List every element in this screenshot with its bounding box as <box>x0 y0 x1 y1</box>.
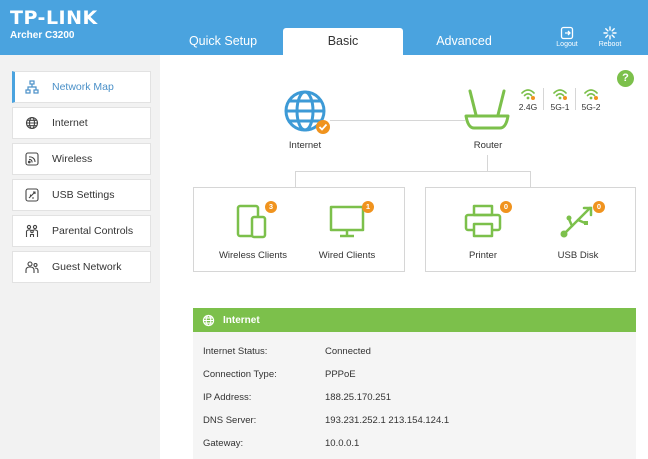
band-label: 5G-1 <box>550 102 570 112</box>
internet-panel-body: Internet Status: Connected Connection Ty… <box>193 332 636 459</box>
connector-line <box>487 155 488 171</box>
guest-icon <box>25 260 39 274</box>
printer-label: Printer <box>469 250 497 261</box>
globe-icon <box>202 314 215 327</box>
logout-button[interactable]: Logout <box>547 26 587 48</box>
reboot-button[interactable]: Reboot <box>590 26 630 48</box>
globe-icon <box>25 116 39 130</box>
sidebar-item-label: Parental Controls <box>52 225 134 237</box>
band-label: 2.4G <box>518 102 538 112</box>
router-icon[interactable] <box>462 88 512 134</box>
wifi-icon <box>584 89 598 100</box>
usb-disk-label: USB Disk <box>557 250 599 261</box>
sidebar-item-label: Network Map <box>52 81 114 93</box>
info-value: 10.0.0.1 <box>325 438 360 449</box>
tab-basic[interactable]: Basic <box>283 28 403 55</box>
info-value: PPPoE <box>325 369 356 380</box>
info-key: DNS Server: <box>203 415 257 426</box>
wireless-clients[interactable]: 3 Wireless Clients <box>215 201 291 261</box>
connector-line <box>295 171 296 188</box>
internet-globe-icon[interactable] <box>283 89 333 137</box>
tab-advanced[interactable]: Advanced <box>420 28 508 55</box>
info-key: Gateway: <box>203 438 244 449</box>
sidebar-item-label: Internet <box>52 117 88 129</box>
info-value: Connected <box>325 346 371 357</box>
info-row-ip-address: IP Address: 188.25.170.251 <box>203 392 391 406</box>
brand-logo: TP-LINK Archer C3200 <box>10 7 98 41</box>
model-name: Archer C3200 <box>10 30 75 41</box>
usb-symbol-icon <box>560 206 593 238</box>
info-key: Connection Type: <box>203 369 277 380</box>
sidebar: Network Map Internet Wireless USB Settin… <box>0 55 160 459</box>
top-header: TP-LINK Archer C3200 Quick Setup Basic A… <box>0 0 648 55</box>
logo-text: TP-LINK <box>10 7 98 29</box>
wired-clients-label: Wired Clients <box>318 250 376 261</box>
internet-label: Internet <box>288 140 322 151</box>
reboot-icon <box>603 26 617 40</box>
wifi-icon <box>553 89 567 100</box>
info-row-gateway: Gateway: 10.0.0.1 <box>203 438 359 452</box>
tab-quick-setup[interactable]: Quick Setup <box>176 28 270 55</box>
printer-count: 0 <box>500 201 512 213</box>
band-5g-1[interactable]: 5G-1 <box>548 88 572 112</box>
band-divider <box>575 88 576 110</box>
monitor-icon <box>329 205 365 238</box>
info-key: IP Address: <box>203 392 252 403</box>
usb-disk-count: 0 <box>593 201 605 213</box>
sidebar-item-usb-settings[interactable]: USB Settings <box>12 179 151 211</box>
connector-line <box>295 171 530 172</box>
printer-icon <box>464 204 502 238</box>
wireless-clients-count: 3 <box>265 201 277 213</box>
usb-disk[interactable]: 0 USB Disk <box>543 201 613 261</box>
wifi-icon <box>521 89 535 100</box>
band-divider <box>543 88 544 110</box>
info-row-dns-server: DNS Server: 193.231.252.1 213.154.124.1 <box>203 415 449 429</box>
sidebar-item-label: Guest Network <box>52 261 122 273</box>
info-row-connection-type: Connection Type: PPPoE <box>203 369 356 383</box>
band-2g[interactable]: 2.4G <box>516 88 540 112</box>
help-button[interactable]: ? <box>617 70 634 87</box>
reboot-label: Reboot <box>598 41 622 48</box>
wired-clients-count: 1 <box>362 201 374 213</box>
sidebar-item-wireless[interactable]: Wireless <box>12 143 151 175</box>
internet-panel-title: Internet <box>223 314 260 326</box>
sidebar-item-label: USB Settings <box>52 189 115 201</box>
sidebar-item-network-map[interactable]: Network Map <box>12 71 151 103</box>
sidebar-item-label: Wireless <box>52 153 93 165</box>
sidebar-item-guest-network[interactable]: Guest Network <box>12 251 151 283</box>
network-map-icon <box>25 80 39 94</box>
connector-line <box>330 120 465 121</box>
wireless-icon <box>25 152 39 166</box>
logout-label: Logout <box>556 41 578 48</box>
router-label: Router <box>473 140 503 151</box>
usb-icon <box>25 188 39 202</box>
band-5g-2[interactable]: 5G-2 <box>579 88 603 112</box>
logout-icon <box>560 26 574 40</box>
info-value: 193.231.252.1 213.154.124.1 <box>325 415 450 426</box>
connector-line <box>530 171 531 188</box>
wired-clients[interactable]: 1 Wired Clients <box>312 201 382 261</box>
sidebar-item-parental-controls[interactable]: Parental Controls <box>12 215 151 247</box>
info-row-status: Internet Status: Connected <box>203 346 371 360</box>
internet-panel-header: Internet <box>193 308 636 332</box>
info-key: Internet Status: <box>203 346 268 357</box>
printer[interactable]: 0 Printer <box>448 201 518 261</box>
wireless-clients-label: Wireless Clients <box>218 250 288 261</box>
family-icon <box>25 224 39 238</box>
sidebar-item-internet[interactable]: Internet <box>12 107 151 139</box>
band-label: 5G-2 <box>581 102 601 112</box>
info-value: 188.25.170.251 <box>325 392 392 403</box>
